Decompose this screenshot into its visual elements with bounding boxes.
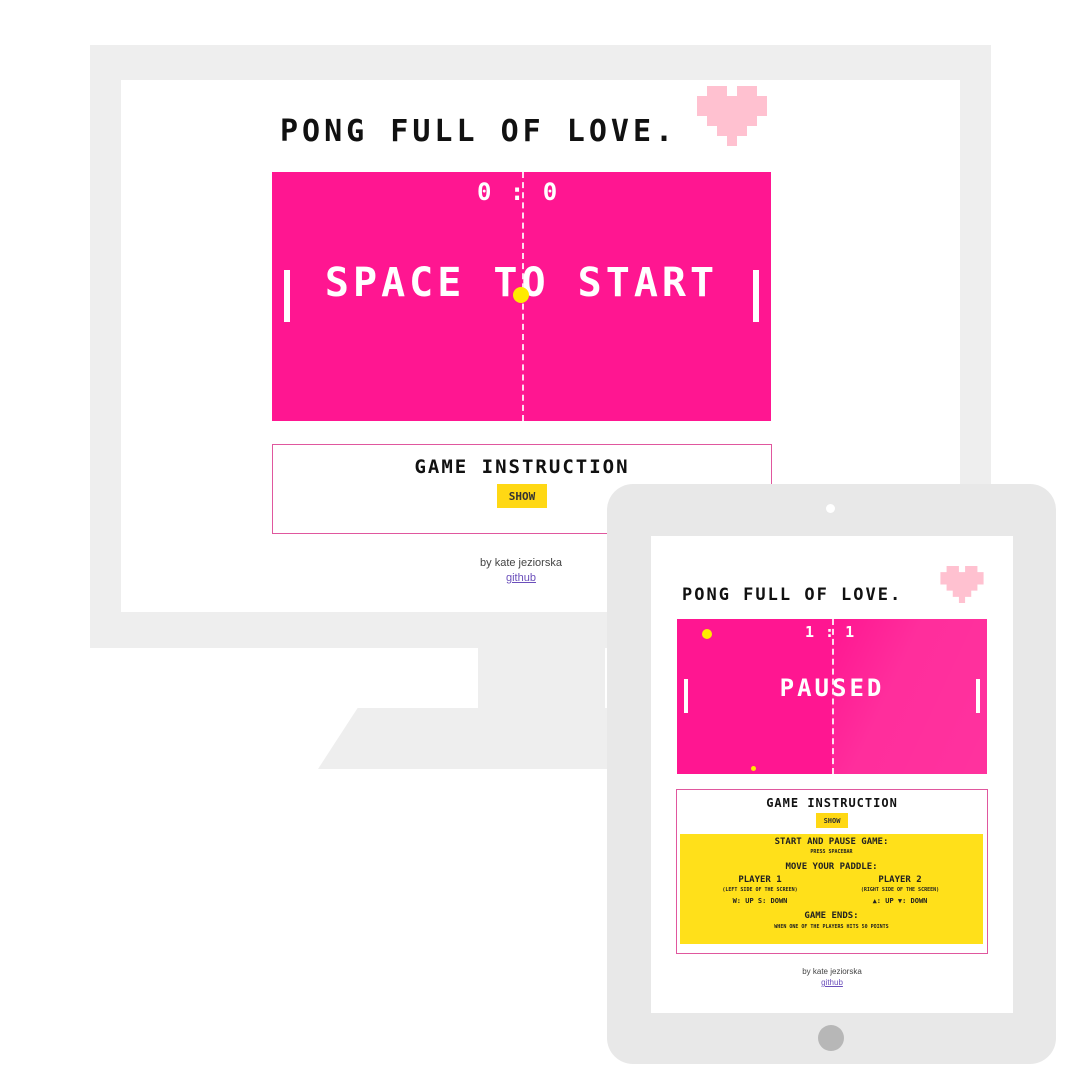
player1-side: (LEFT SIDE OF THE SCREEN) [722, 887, 798, 893]
tablet-game-field[interactable]: 1 : 1 PAUSED [677, 619, 987, 774]
instructions-content: START AND PAUSE GAME: PRESS SPACEBAR MOV… [680, 834, 983, 944]
instruction-title: GAME INSTRUCTION [414, 456, 630, 478]
show-instructions-button[interactable]: SHOW [497, 484, 547, 508]
score-display: 0 : 0 [477, 178, 560, 206]
player2-side: (RIGHT SIDE OF THE SCREEN) [860, 887, 940, 893]
end-text: WHEN ONE OF THE PLAYERS HITS 50 POINTS [774, 924, 889, 930]
github-link[interactable]: github [506, 572, 536, 584]
start-text: PRESS SPACEBAR [810, 849, 853, 855]
ball [702, 629, 712, 639]
ball-trail [751, 766, 756, 771]
heart-icon [940, 566, 984, 603]
tablet-page-title: PONG FULL OF LOVE. [682, 585, 903, 605]
start-heading: START AND PAUSE GAME: [774, 837, 889, 847]
github-link[interactable]: github [821, 978, 843, 987]
player2-heading: PLAYER 2 [878, 875, 922, 885]
move-heading: MOVE YOUR PADDLE: [785, 862, 878, 872]
instruction-title: GAME INSTRUCTION [766, 796, 898, 810]
player1-heading: PLAYER 1 [738, 875, 782, 885]
player2-keys: ▲: UP ▼: DOWN [872, 897, 928, 905]
page-title: PONG FULL OF LOVE. [280, 114, 678, 149]
score-display: 1 : 1 [805, 623, 856, 641]
tablet-camera [826, 504, 835, 513]
heart-icon [697, 86, 767, 146]
player1-keys: W: UP S: DOWN [732, 897, 788, 905]
end-heading: GAME ENDS: [804, 911, 859, 921]
github-link-wrap: github [421, 572, 621, 584]
monitor-neck [478, 648, 605, 710]
game-field[interactable]: 0 : 0 SPACE TO START [272, 172, 771, 421]
paused-message: PAUSED [779, 674, 885, 702]
author-credit: by kate jeziorska [480, 557, 562, 569]
ball [513, 287, 529, 303]
tablet-home-button [818, 1025, 844, 1051]
github-link-wrap: github [732, 978, 932, 987]
tablet-instruction-panel: GAME INSTRUCTION SHOW START AND PAUSE GA… [676, 789, 988, 954]
show-instructions-button[interactable]: SHOW [816, 813, 848, 828]
author-credit: by kate jeziorska [802, 967, 862, 976]
